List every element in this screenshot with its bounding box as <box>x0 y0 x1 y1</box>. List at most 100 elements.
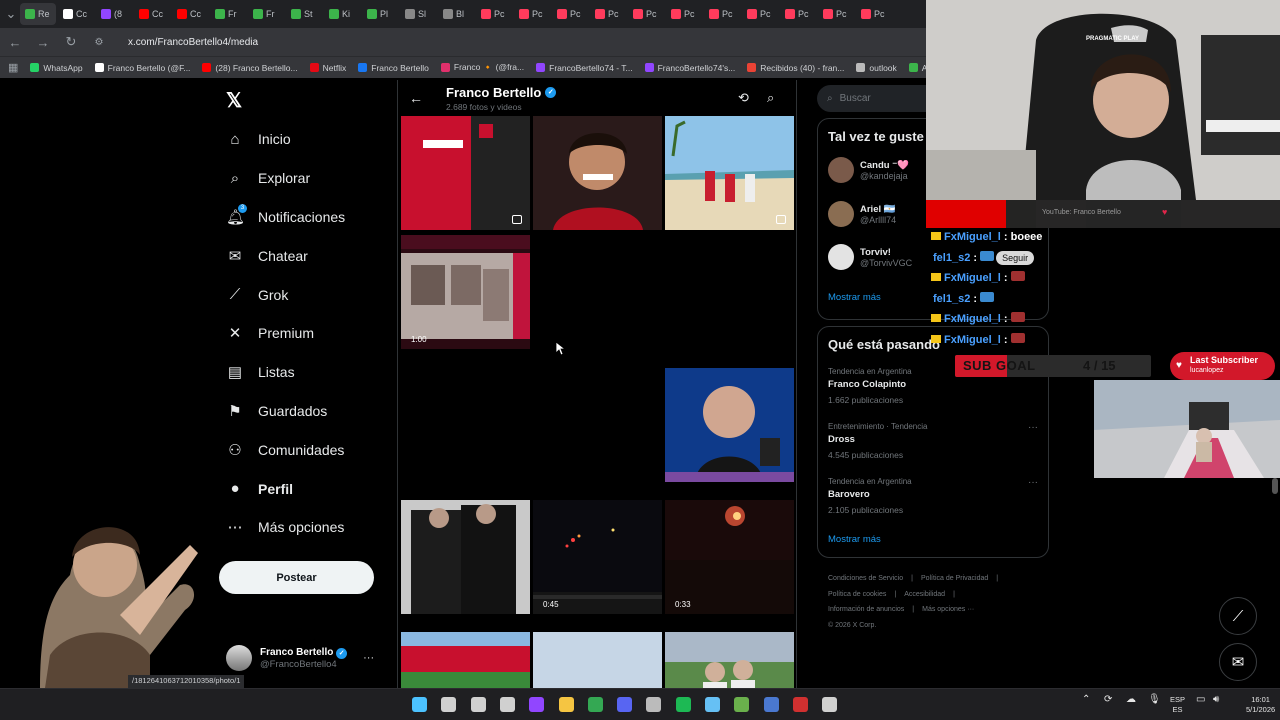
media-tile[interactable] <box>533 116 662 230</box>
task-view-icon[interactable] <box>470 697 486 712</box>
browser-tab[interactable]: Pc <box>666 3 702 25</box>
browser-tab[interactable]: Pc <box>704 3 740 25</box>
browser-tab[interactable]: Pc <box>476 3 512 25</box>
discord-icon[interactable] <box>617 697 633 712</box>
site-info-icon[interactable]: ⚙ <box>92 37 106 48</box>
footer-link[interactable]: Política de cookies <box>828 591 886 598</box>
more-icon[interactable]: ··· <box>363 652 374 664</box>
mic-icon[interactable]: 🎙︎ <box>1148 695 1161 705</box>
nav-item-comunidades[interactable]: ⚇ Comunidades <box>222 430 392 469</box>
suggestion-item[interactable]: Ariel 🇦🇷 @Arllll74 <box>828 201 896 227</box>
browser-tab[interactable]: Pc <box>552 3 588 25</box>
footer-link[interactable]: Política de Privacidad <box>921 575 988 582</box>
bookmark-item[interactable]: (28) Franco Bertello... <box>202 63 298 73</box>
suggestion-item[interactable]: Candu ⁻🩷 @kandejaja <box>828 157 909 183</box>
footer-link[interactable]: Más opciones ··· <box>922 606 974 613</box>
trend-item[interactable]: Tendencia en Argentina Barovero 2.105 publ… <box>828 477 912 515</box>
media-tile[interactable] <box>665 368 794 482</box>
apps-icon[interactable]: ▦ <box>8 61 18 74</box>
trend-item[interactable]: Tendencia en Argentina Franco Colapinto 1.… <box>828 367 912 405</box>
browser-tab[interactable]: Pc <box>818 3 854 25</box>
url-field[interactable]: x.com/FrancoBertello4/media <box>128 37 258 48</box>
language-indicator[interactable]: ESP ES <box>1170 695 1185 715</box>
nav-item-grok[interactable]: ⟋ Grok <box>222 275 392 314</box>
grok-button[interactable]: ⟋ <box>1219 597 1257 635</box>
tray-overflow-icon[interactable]: ⌃ <box>1082 695 1090 705</box>
bookmark-item[interactable]: Franco Bertello (@F... <box>94 63 190 73</box>
grok-icon[interactable]: ⟲ <box>738 90 749 106</box>
network-icon[interactable]: ☁ <box>1126 695 1136 705</box>
bookmark-item[interactable]: Franco 🔸 (@fra... <box>440 62 524 73</box>
nav-item-perfil[interactable]: ● Perfil <box>222 469 392 508</box>
twitch-icon[interactable] <box>529 697 545 712</box>
browser-tab[interactable]: Pc <box>590 3 626 25</box>
forward-icon[interactable]: → <box>36 35 50 50</box>
reload-icon[interactable]: ↻ <box>64 34 78 50</box>
show-more-link[interactable]: Mostrar más <box>828 534 881 545</box>
browser-tab[interactable]: Cc <box>134 3 170 25</box>
back-arrow-icon[interactable]: ← <box>409 90 423 106</box>
nav-item-explorar[interactable]: ⌕ Explorar <box>222 159 392 198</box>
browser-tab[interactable]: Pc <box>780 3 816 25</box>
browser-tab[interactable]: Fr <box>248 3 284 25</box>
nav-item-guardados[interactable]: ⚑ Guardados <box>222 392 392 431</box>
account-switcher[interactable]: Franco Bertello ✓ @FrancoBertello4 ··· <box>226 642 386 674</box>
media-tile[interactable] <box>401 116 530 230</box>
browser-tab[interactable]: Fr <box>210 3 246 25</box>
browser-tab[interactable]: Pc <box>742 3 778 25</box>
footer-link[interactable]: Accesibilidad <box>904 591 945 598</box>
bookmark-item[interactable]: outlook <box>856 63 897 73</box>
scrollbar-thumb[interactable] <box>1272 478 1278 494</box>
x-logo-icon[interactable]: 𝕏 <box>226 88 242 113</box>
bookmark-item[interactable]: WhatsApp <box>30 63 83 73</box>
messages-button[interactable]: ✉ <box>1219 643 1257 681</box>
tab-list-icon[interactable]: ⌄ <box>4 6 18 22</box>
game-icon[interactable] <box>792 697 808 712</box>
trend-more-icon[interactable]: ··· <box>1028 422 1038 433</box>
browser-tab[interactable]: St <box>286 3 322 25</box>
browser-tab[interactable]: Pc <box>856 3 892 25</box>
nav-item-premium[interactable]: ✕ Premium <box>222 314 392 353</box>
browser-tab[interactable]: Bl <box>438 3 474 25</box>
nav-item-más-opciones[interactable]: ⋯ Más opciones <box>222 508 392 547</box>
post-button[interactable]: Postear <box>219 561 374 594</box>
media-tile[interactable]: 0:45 <box>533 500 662 614</box>
search-icon[interactable] <box>441 697 457 712</box>
file-explorer-icon[interactable] <box>558 697 574 712</box>
show-more-link[interactable]: Mostrar más <box>828 292 881 303</box>
tray-icon[interactable]: ⟳ <box>1104 695 1112 705</box>
back-icon[interactable]: ← <box>8 35 22 50</box>
footer-link[interactable]: | <box>996 575 998 582</box>
media-tile[interactable] <box>401 632 530 688</box>
media-tile[interactable]: 0:33 <box>665 500 794 614</box>
monitor-icon[interactable] <box>763 697 779 712</box>
footer-link[interactable]: Condiciones de Servicio <box>828 575 903 582</box>
clock[interactable]: 16:01 5/1/2026 <box>1246 695 1275 715</box>
media-tile[interactable] <box>665 116 794 230</box>
browser-tab[interactable]: (8 <box>96 3 132 25</box>
footer-link[interactable]: | <box>894 591 896 598</box>
bookmark-item[interactable]: Franco Bertello <box>358 63 429 73</box>
trend-item[interactable]: Entretenimiento · Tendencia Dross 4.545 pu… <box>828 422 927 460</box>
follow-button[interactable]: Seguir <box>996 251 1035 265</box>
footer-link[interactable]: | <box>911 575 913 582</box>
browser-tab[interactable]: Ki <box>324 3 360 25</box>
volume-icon[interactable]: 🔊︎ <box>1213 695 1219 705</box>
browser-tab[interactable]: Pl <box>362 3 398 25</box>
media-tile[interactable] <box>665 632 794 688</box>
bookmark-item[interactable]: FrancoBertello74 - T... <box>536 63 633 73</box>
widgets-icon[interactable] <box>499 697 515 712</box>
bookmark-item[interactable]: Netflix <box>309 63 346 73</box>
browser-tab[interactable]: Re <box>20 3 56 25</box>
spotify-icon[interactable] <box>675 697 691 712</box>
footer-link[interactable]: | <box>953 591 955 598</box>
app-icon[interactable] <box>734 697 750 712</box>
search-icon[interactable]: ⌕ <box>767 90 774 106</box>
footer-link[interactable]: Información de anuncios <box>828 606 904 613</box>
browser-tab[interactable]: Pc <box>514 3 550 25</box>
nav-item-inicio[interactable]: ⌂ Inicio <box>222 120 392 159</box>
display-icon[interactable]: ▭ <box>1196 695 1205 705</box>
trend-more-icon[interactable]: ··· <box>1028 477 1038 488</box>
nav-item-notificaciones[interactable]: 🔔︎ Notificaciones 3 <box>222 198 392 237</box>
obs-icon[interactable] <box>646 697 662 712</box>
